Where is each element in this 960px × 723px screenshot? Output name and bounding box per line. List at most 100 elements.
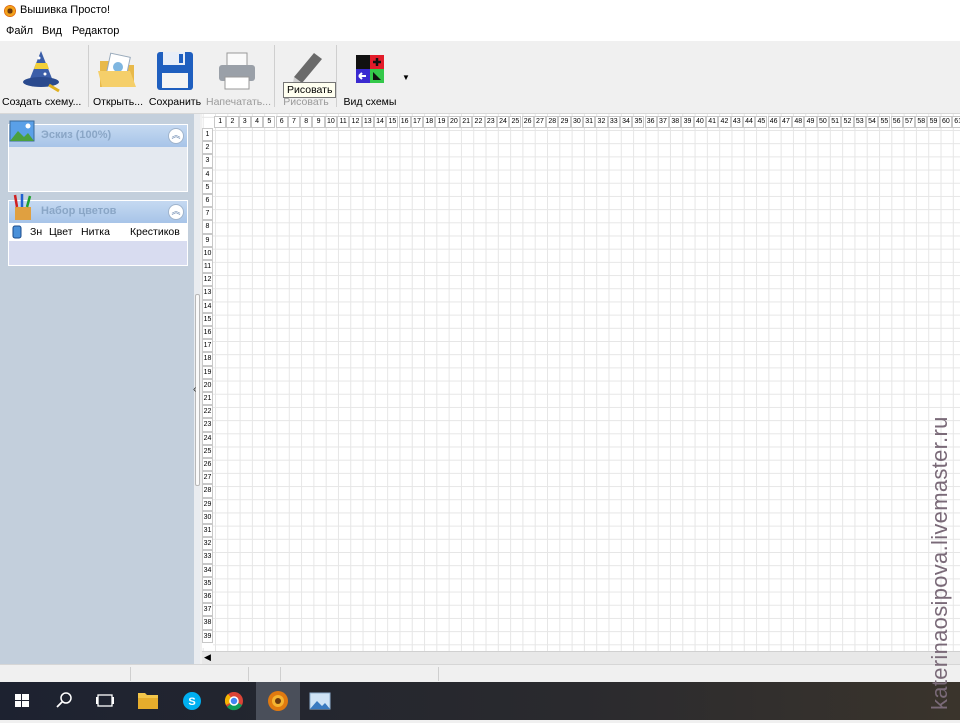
save-button[interactable]: Сохранить <box>148 41 202 111</box>
column-number: 25 <box>509 116 522 128</box>
title-bar: Вышивка Просто! <box>0 0 960 22</box>
save-label: Сохранить <box>148 96 202 108</box>
row-number: 3 <box>202 154 213 168</box>
column-number: 42 <box>718 116 731 128</box>
taskbar: S <box>0 682 960 720</box>
embroidery-app-icon[interactable] <box>256 682 300 720</box>
column-number: 60 <box>939 116 952 128</box>
file-explorer-icon[interactable] <box>126 682 170 720</box>
draw-button[interactable]: Рисовать <box>280 41 332 111</box>
column-number: 46 <box>767 116 780 128</box>
sketch-panel-header[interactable]: Эскиз (100%) ︽ <box>9 120 187 147</box>
toolbar: Создать схему... Открыть... Сохранить На… <box>0 41 960 114</box>
row-number: 24 <box>202 431 213 445</box>
row-number: 34 <box>202 563 213 577</box>
panel-splitter[interactable]: ‹ <box>193 114 200 665</box>
column-number: 4 <box>250 116 264 128</box>
column-number: 37 <box>656 116 670 128</box>
row-number: 8 <box>202 220 213 234</box>
menu-file[interactable]: Файл <box>6 25 33 37</box>
column-number: 6 <box>275 116 288 128</box>
row-number: 39 <box>202 629 213 643</box>
column-number: 31 <box>583 116 596 128</box>
column-number: 32 <box>595 116 608 128</box>
print-button[interactable]: Напечатать... <box>206 41 271 111</box>
row-number: 4 <box>202 167 213 181</box>
column-number: 20 <box>447 116 460 128</box>
windows-start-icon[interactable] <box>0 682 44 720</box>
wizard-hat-icon <box>23 51 60 93</box>
watermark-text: katerinaosipova.livemaster.ru <box>927 416 952 710</box>
column-header[interactable]: Нитка <box>81 226 110 238</box>
draw-tooltip: Рисовать <box>283 82 337 98</box>
row-number: 17 <box>202 339 213 353</box>
column-number: 44 <box>742 116 756 128</box>
row-number: 20 <box>202 378 213 392</box>
thread-spool-icon <box>12 225 22 239</box>
open-button[interactable]: Открыть... <box>92 41 144 111</box>
column-number: 8 <box>300 116 313 128</box>
row-number: 21 <box>202 392 213 406</box>
colors-panel-header[interactable]: Набор цветов ︽ <box>9 194 187 223</box>
menu-editor[interactable]: Редактор <box>72 25 119 37</box>
row-number: 9 <box>202 233 213 247</box>
column-header[interactable]: Зн <box>30 226 42 238</box>
scheme-view-button[interactable]: Вид схемы <box>342 41 398 111</box>
chevron-left-icon[interactable]: ‹ <box>193 384 196 395</box>
column-number: 52 <box>841 116 854 128</box>
horizontal-scrollbar[interactable]: ◀ <box>202 651 960 665</box>
row-number: 6 <box>202 194 213 208</box>
row-number: 11 <box>202 260 213 274</box>
skype-icon[interactable]: S <box>170 682 214 720</box>
column-header[interactable]: Крестиков <box>130 226 180 238</box>
column-number: 9 <box>312 116 325 128</box>
menu-view[interactable]: Вид <box>42 25 62 37</box>
row-number: 19 <box>202 365 213 379</box>
scroll-left-icon[interactable]: ◀ <box>204 652 211 663</box>
column-number: 49 <box>804 116 817 128</box>
column-number: 10 <box>324 116 337 128</box>
pattern-grid[interactable] <box>202 114 960 651</box>
column-number: 54 <box>865 116 879 128</box>
row-number: 32 <box>202 537 213 551</box>
row-number: 31 <box>202 524 213 538</box>
row-number: 12 <box>202 273 213 287</box>
row-number: 15 <box>202 312 213 326</box>
task-view-icon[interactable] <box>84 682 128 720</box>
floppy-disk-icon <box>157 52 193 90</box>
column-number: 39 <box>681 116 694 128</box>
column-header[interactable]: Цвет <box>49 226 73 238</box>
column-number: 16 <box>398 116 411 128</box>
toolbar-separator <box>88 45 89 107</box>
column-number: 41 <box>706 116 719 128</box>
row-number: 37 <box>202 603 213 617</box>
collapse-icon[interactable]: ︽ <box>168 128 184 144</box>
column-number: 35 <box>632 116 645 128</box>
create-scheme-button[interactable]: Создать схему... <box>2 41 81 111</box>
search-icon[interactable] <box>42 682 86 720</box>
chrome-icon[interactable] <box>212 682 256 720</box>
row-number: 2 <box>202 141 213 155</box>
column-number: 3 <box>238 116 251 128</box>
column-number: 34 <box>619 116 633 128</box>
menu-bar: Файл Вид Редактор <box>0 22 960 42</box>
image-viewer-icon[interactable] <box>298 682 342 720</box>
column-number: 7 <box>287 116 301 128</box>
column-number: 29 <box>558 116 571 128</box>
colors-panel-title: Набор цветов <box>41 205 117 217</box>
column-number: 27 <box>533 116 547 128</box>
printer-icon <box>219 52 255 90</box>
column-number: 40 <box>693 116 706 128</box>
column-number: 50 <box>816 116 829 128</box>
scheme-view-dropdown-icon[interactable]: ▼ <box>402 73 410 82</box>
column-number: 13 <box>361 116 374 128</box>
column-number: 38 <box>669 116 682 128</box>
column-number: 22 <box>472 116 485 128</box>
row-number: 14 <box>202 299 213 313</box>
status-separator <box>280 667 281 681</box>
collapse-icon[interactable]: ︽ <box>168 204 184 220</box>
row-number: 26 <box>202 458 213 472</box>
column-number: 59 <box>927 116 940 128</box>
column-number: 30 <box>570 116 583 128</box>
row-number: 38 <box>202 616 213 630</box>
